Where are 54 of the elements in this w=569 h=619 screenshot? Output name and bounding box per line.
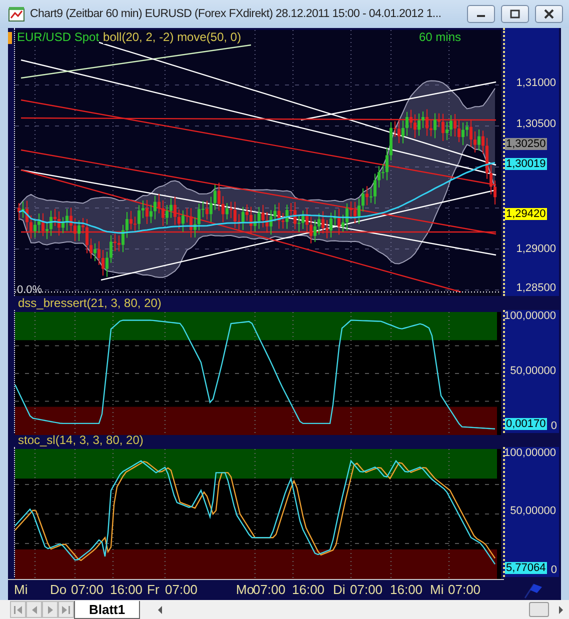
first-icon bbox=[13, 604, 23, 616]
scroll-thumb[interactable] bbox=[529, 602, 549, 617]
close-button[interactable] bbox=[535, 5, 563, 23]
time-label: 16:00 bbox=[110, 582, 143, 597]
last-sheet-button[interactable] bbox=[58, 601, 74, 618]
price-tag: 1,30019 bbox=[505, 158, 547, 170]
time-label: Do bbox=[50, 582, 67, 597]
time-label: Mi bbox=[14, 582, 28, 597]
close-icon bbox=[543, 9, 555, 19]
axis-label: 1,28500 bbox=[516, 282, 556, 294]
axis-label: 1,29000 bbox=[516, 243, 556, 255]
axis-label: 50,00000 bbox=[510, 505, 556, 517]
first-sheet-button[interactable] bbox=[10, 601, 26, 618]
marker-icon bbox=[8, 32, 12, 44]
studies-label: boll(20, 2, -2) move(50, 0) bbox=[103, 30, 242, 44]
time-label: Mo bbox=[236, 582, 254, 597]
previous-sheet-button[interactable] bbox=[26, 601, 42, 618]
indicator-title: stoc_sl(14, 3, 3, 80, 20) bbox=[18, 433, 144, 447]
axis-label: 1,30500 bbox=[516, 118, 556, 130]
interval-label: 60 mins bbox=[418, 30, 461, 44]
price-tag: 1,30250 bbox=[505, 138, 547, 150]
window-title: Chart9 (Zeitbar 60 min) EURUSD (Forex FXdirekt) 28.12.2011 15:00 - 04.01.2012 1... bbox=[30, 8, 442, 20]
time-label: Fr bbox=[147, 582, 160, 597]
scroll-right-icon[interactable] bbox=[557, 604, 565, 614]
sheet-tab[interactable]: Blatt1 bbox=[74, 600, 140, 618]
axis-label: 0 bbox=[550, 420, 557, 432]
time-label: 16:00 bbox=[390, 582, 423, 597]
last-icon bbox=[61, 604, 71, 616]
maximize-button[interactable] bbox=[501, 5, 529, 23]
axis-label: 1,31000 bbox=[516, 77, 556, 89]
axis-label: 0 bbox=[550, 564, 557, 576]
percent-label: 0.0% bbox=[17, 284, 42, 296]
symbol-label: EUR/USD Spot bbox=[17, 30, 100, 44]
time-label: 07:00 bbox=[448, 582, 481, 597]
price-tag: 0,00170 bbox=[505, 418, 547, 430]
maximize-icon bbox=[509, 9, 521, 19]
axis-label: 100,00000 bbox=[504, 447, 556, 459]
indicator-title: dss_bressert(21, 3, 80, 20) bbox=[18, 296, 162, 310]
price-tag: 1,29420 bbox=[505, 208, 547, 220]
time-label: Mi bbox=[430, 582, 444, 597]
time-label: Di bbox=[333, 582, 346, 597]
axis-label: 100,00000 bbox=[504, 310, 556, 322]
time-label: 07:00 bbox=[71, 582, 104, 597]
time-label: 16:00 bbox=[292, 582, 325, 597]
time-label: 07:00 bbox=[253, 582, 286, 597]
next-icon bbox=[45, 604, 55, 616]
time-label: 07:00 bbox=[350, 582, 383, 597]
next-sheet-button[interactable] bbox=[42, 601, 58, 618]
price-tag: 5,77064 bbox=[505, 562, 547, 574]
minimize-button[interactable] bbox=[467, 5, 495, 23]
chart-icon bbox=[8, 6, 26, 22]
scroll-left-icon[interactable] bbox=[156, 604, 164, 614]
time-label: 07:00 bbox=[165, 582, 198, 597]
axis-label: 50,00000 bbox=[510, 365, 556, 377]
